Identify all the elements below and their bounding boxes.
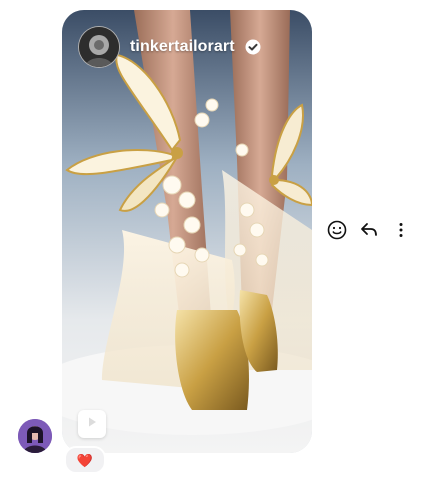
play-icon (85, 415, 99, 434)
more-vertical-icon (391, 220, 411, 245)
author-avatar[interactable] (78, 26, 120, 68)
message-actions (326, 220, 412, 245)
chat-thread: tinkertailorart ❤️ (0, 0, 421, 493)
message-reaction[interactable]: ❤️ (64, 446, 106, 474)
smiley-icon (327, 220, 347, 245)
post-author[interactable]: tinkertailorart (78, 26, 261, 68)
sender-avatar[interactable] (18, 419, 52, 453)
play-button[interactable] (78, 410, 106, 438)
post-photo (62, 10, 312, 453)
heart-reaction: ❤️ (76, 452, 94, 468)
reply-arrow-icon (359, 220, 379, 245)
more-button[interactable] (390, 221, 412, 243)
react-button[interactable] (326, 220, 348, 245)
author-name[interactable]: tinkertailorart (130, 38, 235, 56)
shared-post-media[interactable]: tinkertailorart (62, 10, 312, 453)
reply-button[interactable] (358, 221, 380, 243)
verified-badge-icon (245, 39, 261, 55)
